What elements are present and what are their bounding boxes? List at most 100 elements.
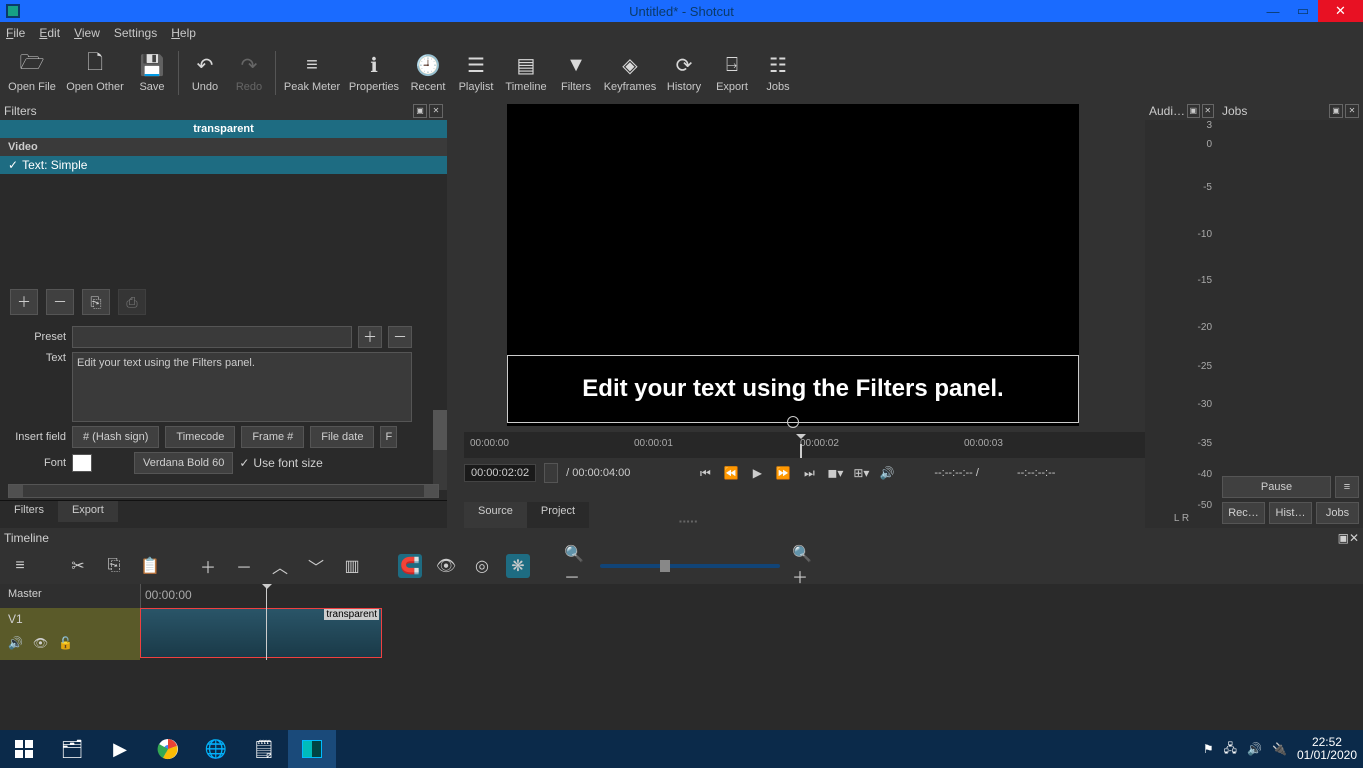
- save-button[interactable]: 💾Save: [130, 45, 174, 101]
- tray-volume-icon[interactable]: 🔊: [1247, 742, 1262, 756]
- split-icon[interactable]: ▥: [340, 554, 364, 578]
- grid-dropdown-icon[interactable]: ⊞▾: [852, 466, 870, 480]
- timecode-spinner[interactable]: [544, 463, 558, 483]
- snap-icon[interactable]: 🧲: [398, 554, 422, 578]
- panel-float-icon[interactable]: ▣: [1187, 104, 1199, 118]
- task-notes[interactable]: 🗒: [240, 730, 288, 768]
- panel-float-icon[interactable]: ▣: [1338, 531, 1349, 545]
- menu-file[interactable]: File: [6, 26, 25, 40]
- menu-help[interactable]: Help: [171, 26, 196, 40]
- panel-grip[interactable]: ▪▪▪▪▪: [679, 517, 698, 526]
- v1-track[interactable]: transparent: [140, 608, 1363, 660]
- preset-select[interactable]: [72, 326, 352, 348]
- tab-export[interactable]: Export: [58, 501, 118, 522]
- skip-start-icon[interactable]: ⏮: [696, 466, 714, 481]
- keyframes-button[interactable]: ◈Keyframes: [600, 45, 660, 101]
- ruler-playhead[interactable]: [796, 432, 806, 444]
- jobs-button[interactable]: ☷Jobs: [756, 45, 800, 101]
- jobs-menu-button[interactable]: ≡: [1335, 476, 1359, 498]
- tab-filters[interactable]: Filters: [0, 501, 58, 522]
- play-icon[interactable]: ▶: [748, 466, 766, 480]
- filter-form-scrollbar[interactable]: [433, 410, 447, 490]
- insert-timecode-button[interactable]: Timecode: [165, 426, 235, 448]
- timeline-button[interactable]: ▤Timeline: [500, 45, 552, 101]
- tray-clock[interactable]: 22:5201/01/2020: [1297, 736, 1357, 762]
- panel-close-icon[interactable]: ✕: [1345, 104, 1359, 118]
- timeline-clip[interactable]: transparent: [140, 608, 382, 658]
- insert-more-button[interactable]: F: [380, 426, 397, 448]
- font-picker[interactable]: Verdana Bold 60: [134, 452, 233, 474]
- preset-save-button[interactable]: ＋: [358, 326, 382, 348]
- paste-filter-button[interactable]: ⎙: [118, 289, 146, 315]
- copy-filter-button[interactable]: ⎘: [82, 289, 110, 315]
- cut-icon[interactable]: ✂: [66, 554, 90, 578]
- panel-float-icon[interactable]: ▣: [413, 104, 427, 118]
- forward-icon[interactable]: ⏩: [774, 466, 792, 480]
- recent-button[interactable]: 🕘Recent: [404, 45, 452, 101]
- v1-track-head[interactable]: V1 🔊 👁 🔓: [0, 608, 140, 660]
- task-edge[interactable]: 🌐: [192, 730, 240, 768]
- menu-view[interactable]: View: [74, 26, 100, 40]
- tab-source[interactable]: Source: [464, 502, 527, 528]
- filter-row-text-simple[interactable]: ✓Text: Simple: [0, 156, 447, 174]
- ripple-icon[interactable]: ◎: [470, 554, 494, 578]
- panel-close-icon[interactable]: ✕: [1349, 531, 1359, 545]
- paste-icon[interactable]: 📋: [138, 554, 162, 578]
- tab-history[interactable]: Hist…: [1269, 502, 1312, 524]
- open-file-button[interactable]: 🗁Open File: [4, 45, 60, 101]
- remove-icon[interactable]: －: [232, 554, 256, 578]
- copy-icon[interactable]: ⎘: [102, 554, 126, 578]
- insert-hash-button[interactable]: # (Hash sign): [72, 426, 159, 448]
- scrub-icon[interactable]: 👁: [434, 554, 458, 578]
- volume-icon[interactable]: 🔊: [878, 466, 896, 480]
- minimize-button[interactable]: —: [1258, 0, 1288, 22]
- master-track-head[interactable]: Master: [0, 584, 140, 608]
- task-shotcut[interactable]: [288, 730, 336, 768]
- mute-icon[interactable]: 🔊: [8, 636, 23, 650]
- redo-button[interactable]: ↷Redo: [227, 45, 271, 101]
- tray-network-icon[interactable]: 🖧: [1224, 739, 1237, 760]
- preset-delete-button[interactable]: －: [388, 326, 412, 348]
- properties-button[interactable]: ℹProperties: [344, 45, 404, 101]
- panel-float-icon[interactable]: ▣: [1329, 104, 1343, 118]
- lock-icon[interactable]: 🔓: [58, 636, 73, 650]
- filters-button[interactable]: ▼Filters: [552, 45, 600, 101]
- zoom-out-icon[interactable]: 🔍－: [564, 554, 588, 578]
- preview-canvas[interactable]: Edit your text using the Filters panel.: [507, 104, 1079, 426]
- tab-jobs[interactable]: Jobs: [1316, 502, 1359, 524]
- use-font-size-checkbox[interactable]: ✓Use font size: [239, 456, 322, 470]
- close-button[interactable]: ✕: [1318, 0, 1363, 22]
- font-color-swatch[interactable]: [72, 454, 92, 472]
- history-button[interactable]: ⟳History: [660, 45, 708, 101]
- overlay-handle[interactable]: [787, 416, 799, 428]
- timeline-ruler[interactable]: 00:00:00: [140, 584, 1363, 608]
- zoom-in-icon[interactable]: 🔍＋: [792, 554, 816, 578]
- timeline-playhead[interactable]: [266, 584, 267, 660]
- tray-flag-icon[interactable]: ⚑: [1203, 742, 1214, 756]
- add-filter-button[interactable]: ＋: [10, 289, 38, 315]
- open-other-button[interactable]: 🗋Open Other: [60, 45, 130, 101]
- text-input[interactable]: Edit your text using the Filters panel.: [72, 352, 412, 422]
- overwrite-icon[interactable]: ﹀: [304, 554, 328, 578]
- export-button[interactable]: ⍈Export: [708, 45, 756, 101]
- append-icon[interactable]: ＋: [196, 554, 220, 578]
- insert-filedate-button[interactable]: File date: [310, 426, 374, 448]
- menu-edit[interactable]: Edit: [39, 26, 60, 40]
- zoom-dropdown-icon[interactable]: ◼▾: [826, 466, 844, 480]
- tab-project[interactable]: Project: [527, 502, 589, 528]
- rewind-icon[interactable]: ⏪: [722, 466, 740, 480]
- undo-button[interactable]: ↶Undo: [183, 45, 227, 101]
- zoom-slider[interactable]: [600, 564, 780, 568]
- maximize-button[interactable]: ▭: [1288, 0, 1318, 22]
- tab-recording[interactable]: Rec…: [1222, 502, 1265, 524]
- text-overlay-box[interactable]: Edit your text using the Filters panel.: [507, 355, 1079, 423]
- skip-end-icon[interactable]: ⏭: [800, 466, 818, 481]
- panel-close-icon[interactable]: ✕: [1202, 104, 1214, 118]
- task-media-player[interactable]: ▶: [96, 730, 144, 768]
- preview-ruler[interactable]: 00:00:00 00:00:01 00:00:02 00:00:03: [464, 432, 1145, 458]
- remove-filter-button[interactable]: －: [46, 289, 74, 315]
- jobs-pause-button[interactable]: Pause: [1222, 476, 1331, 498]
- tray-battery-icon[interactable]: 🔌: [1272, 742, 1287, 756]
- task-explorer[interactable]: 🗂: [48, 730, 96, 768]
- peak-meter-button[interactable]: ≡Peak Meter: [280, 45, 344, 101]
